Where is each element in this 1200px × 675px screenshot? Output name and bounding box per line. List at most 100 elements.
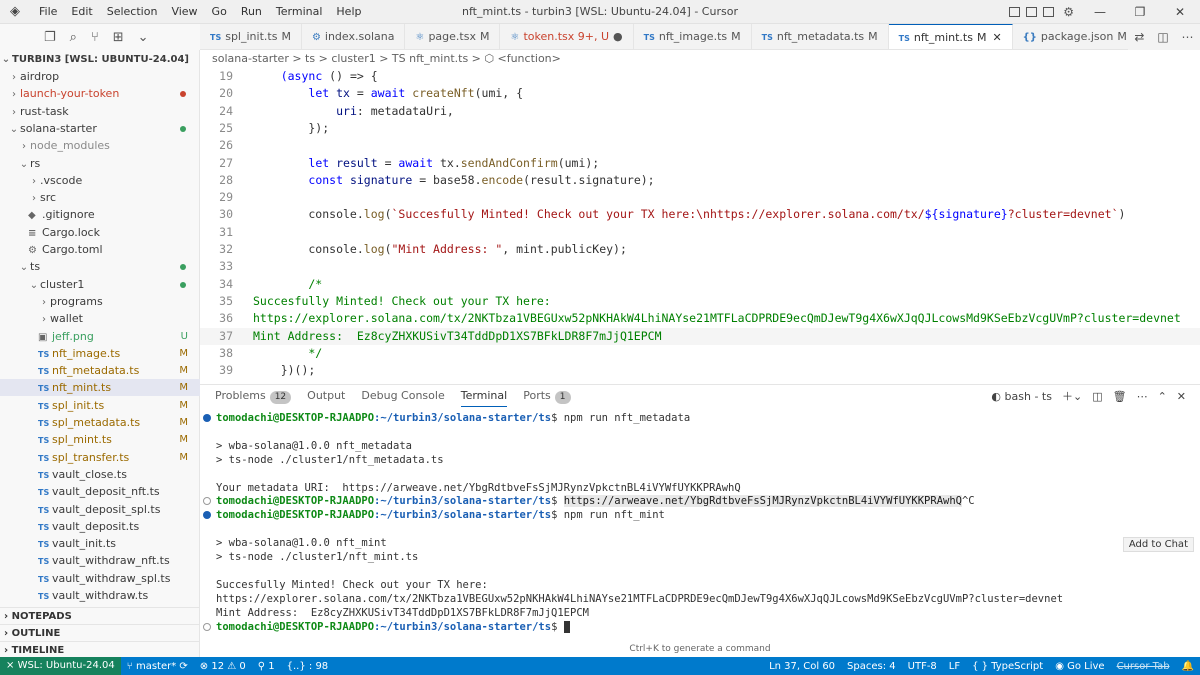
more-actions-icon[interactable]: ⋯ <box>1182 30 1194 44</box>
menu-item-help[interactable]: Help <box>329 5 368 18</box>
panel-tab-ports[interactable]: Ports 1 <box>523 385 571 407</box>
code-line[interactable]: 29 <box>200 189 1200 206</box>
tab-index-solana[interactable]: ⚙ index.solana <box>302 24 406 49</box>
tree-folder[interactable]: ⌄ rs <box>0 155 200 172</box>
settings-gear-icon[interactable]: ⚙ <box>1063 5 1074 19</box>
tree-file[interactable]: ≡ Cargo.lock <box>0 224 200 241</box>
tree-file[interactable]: TS vault_withdraw_nft.ts <box>0 552 200 569</box>
code-line[interactable]: 35 Succesfully Minted! Check out your TX … <box>200 293 1200 310</box>
section-notepads[interactable]: › NOTEPADS <box>0 607 200 624</box>
tree-file[interactable]: TS vault_withdraw.ts <box>0 587 200 604</box>
tree-file[interactable]: TS vault_deposit_nft.ts <box>0 483 200 500</box>
ports-indicator[interactable]: ⚲ 1 <box>252 661 281 672</box>
tree-folder[interactable]: › programs <box>0 293 200 310</box>
menu-item-selection[interactable]: Selection <box>100 5 165 18</box>
code-line[interactable]: 31 <box>200 224 1200 241</box>
tree-folder[interactable]: ⌄ ts <box>0 258 200 275</box>
tab-page-tsx[interactable]: ⚛ page.tsx M <box>405 24 501 49</box>
tab-nft_metadata-ts[interactable]: TS nft_metadata.ts M <box>752 24 889 49</box>
code-line[interactable]: 19 (async () => { <box>200 68 1200 85</box>
panel-tab-problems[interactable]: Problems 12 <box>215 385 292 407</box>
add-to-chat-button[interactable]: Add to Chat <box>1122 537 1194 552</box>
toggle-panel-icon[interactable] <box>1026 7 1038 17</box>
trash-icon[interactable]: 🗑 <box>1113 390 1127 403</box>
tree-file[interactable]: TS spl_metadata.ts M <box>0 414 200 431</box>
code-line[interactable]: 36 https://explorer.solana.com/tx/2NKTbza… <box>200 310 1200 327</box>
menu-item-file[interactable]: File <box>32 5 64 18</box>
code-line[interactable]: 39 })(); <box>200 362 1200 379</box>
explorer-root[interactable]: ⌄ TURBIN3 [WSL: UBUNTU-24.04] <box>0 51 200 68</box>
maximize-panel-icon[interactable]: ⌃ <box>1158 390 1167 403</box>
language-mode[interactable]: { } TypeScript <box>966 661 1049 672</box>
tab-package-json[interactable]: {} package.json M <box>1013 24 1138 49</box>
code-line[interactable]: 28 const signature = base58.encode(resul… <box>200 172 1200 189</box>
panel-tab-terminal[interactable]: Terminal <box>460 385 508 407</box>
remote-indicator[interactable]: ⨯ WSL: Ubuntu-24.04 <box>0 657 121 675</box>
tree-file[interactable]: TS vault_deposit_spl.ts <box>0 501 200 518</box>
code-editor[interactable]: 19 (async () => {20 let tx = await creat… <box>200 68 1200 380</box>
command-decoration-icon[interactable] <box>203 414 211 422</box>
tree-folder[interactable]: ⌄ solana-starter <box>0 120 200 137</box>
split-terminal-icon[interactable]: ◫ <box>1092 390 1102 403</box>
panel-tab-debug-console[interactable]: Debug Console <box>361 385 444 407</box>
sync-icon[interactable]: ⟳ <box>179 661 187 672</box>
tree-file[interactable]: ▣ jeff.png U <box>0 328 200 345</box>
menu-item-go[interactable]: Go <box>205 5 234 18</box>
menu-item-view[interactable]: View <box>164 5 204 18</box>
code-line[interactable]: 33 <box>200 258 1200 275</box>
code-line[interactable]: 24 uri: metadataUri, <box>200 103 1200 120</box>
tree-folder[interactable]: › rust-task <box>0 103 200 120</box>
tab-token-tsx[interactable]: ⚛ token.tsx 9+, U ● <box>500 24 634 49</box>
code-line[interactable]: 34 /* <box>200 276 1200 293</box>
panel-tab-output[interactable]: Output <box>307 385 345 407</box>
notifications-bell-icon[interactable]: 🔔 <box>1176 661 1200 672</box>
section-outline[interactable]: › OUTLINE <box>0 624 200 641</box>
cursor-position[interactable]: Ln 37, Col 60 <box>763 661 841 672</box>
menu-item-edit[interactable]: Edit <box>64 5 99 18</box>
tree-file[interactable]: TS nft_mint.ts M <box>0 379 200 397</box>
tree-folder[interactable]: › wallet <box>0 310 200 327</box>
explorer-files-icon[interactable]: ❐ <box>44 30 56 45</box>
extensions-icon[interactable]: ⊞ <box>113 30 124 45</box>
tree-file[interactable]: TS vault_init.ts <box>0 535 200 552</box>
tree-folder[interactable]: › .vscode <box>0 172 200 189</box>
code-line[interactable]: 37 Mint Address: Ez8cyZHXKUSivT34TddDpD1X… <box>200 327 1200 345</box>
code-line[interactable]: 27 let result = await tx.sendAndConfirm(… <box>200 155 1200 172</box>
tree-folder[interactable]: › airdrop <box>0 68 200 85</box>
line-endings[interactable]: LF <box>943 661 966 672</box>
compare-icon[interactable]: ⇄ <box>1134 30 1144 44</box>
menu-item-run[interactable]: Run <box>234 5 269 18</box>
encoding[interactable]: UTF-8 <box>902 661 943 672</box>
tree-folder[interactable]: ⌄ cluster1 <box>0 276 200 293</box>
tree-file[interactable]: TS spl_transfer.ts M <box>0 449 200 466</box>
indentation[interactable]: Spaces: 4 <box>841 661 902 672</box>
toggle-secondary-sidebar-icon[interactable] <box>1043 7 1055 17</box>
tree-folder[interactable]: › node_modules <box>0 137 200 154</box>
tab-nft_image-ts[interactable]: TS nft_image.ts M <box>634 24 752 49</box>
close-panel-icon[interactable]: ✕ <box>1177 390 1186 403</box>
tree-file[interactable]: TS vault_deposit.ts <box>0 518 200 535</box>
breadcrumb[interactable]: solana-starter > ts > cluster1 > TS nft_… <box>200 50 1200 68</box>
tree-folder[interactable]: › src <box>0 189 200 206</box>
bracket-indicator[interactable]: {..} : 98 <box>281 661 335 672</box>
chevron-down-icon[interactable]: ⌄ <box>138 30 149 45</box>
command-decoration-icon[interactable] <box>203 511 211 520</box>
source-control-icon[interactable]: ⑂ <box>91 30 99 45</box>
tab-nft_mint-ts[interactable]: TS nft_mint.ts M ✕ <box>888 24 1013 49</box>
terminal[interactable]: Add to Chat Ctrl+K to generate a command… <box>200 409 1200 658</box>
tree-file[interactable]: TS spl_mint.ts M <box>0 431 200 448</box>
toggle-sidebar-icon[interactable] <box>1009 7 1021 17</box>
code-line[interactable]: 26 <box>200 137 1200 154</box>
tree-file[interactable]: ◆ .gitignore <box>0 206 200 223</box>
maximize-button[interactable]: ❐ <box>1120 5 1160 19</box>
tree-file[interactable]: TS vault_withdraw_spl.ts <box>0 570 200 587</box>
problems-indicator[interactable]: ⊗ 12 ⚠ 0 <box>194 661 252 672</box>
command-decoration-icon[interactable] <box>203 497 211 506</box>
code-line[interactable]: 32 console.log("Mint Address: ", mint.pu… <box>200 241 1200 258</box>
code-line[interactable]: 30 console.log(`Succesfully Minted! Chec… <box>200 206 1200 223</box>
terminal-shell-selector[interactable]: ◐ bash - ts <box>991 390 1052 403</box>
command-decoration-icon[interactable] <box>203 622 211 631</box>
branch-indicator[interactable]: ⑂ master* ⟳ <box>121 661 194 672</box>
tree-folder[interactable]: › launch-your-token <box>0 85 200 102</box>
code-line[interactable]: 25 }); <box>200 120 1200 137</box>
